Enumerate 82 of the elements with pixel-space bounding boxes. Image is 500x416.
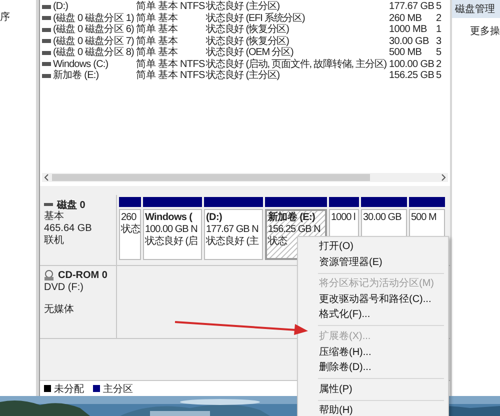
table-cell: 100.00 GB (389, 58, 434, 70)
table-cell-text: (磁盘 0 磁盘分区 1) (53, 12, 134, 24)
table-cell: 状态良好 (主分区) (206, 1, 280, 12)
table-cell-text: 状态良好 (启动, 页面文件, 故障转储, 主分区) (206, 58, 387, 70)
table-cell: 260 MB (389, 12, 422, 24)
table-cell: NTFS (180, 58, 205, 70)
horizontal-scrollbar[interactable] (42, 173, 448, 182)
table-cell: 状态良好 (主分区) (206, 70, 280, 82)
scrollbar-thumb[interactable] (52, 174, 370, 181)
disk-info: 基本 (44, 211, 65, 223)
table-cell: 5 (436, 1, 442, 12)
table-cell-text: 状态良好 (恢复分区) (206, 24, 289, 35)
table-cell: 基本 (158, 1, 178, 12)
partition-info: 30.00 GB (363, 212, 402, 224)
menu-item[interactable]: 属性(P) (298, 382, 448, 398)
menu-item[interactable]: 帮助(H) (298, 403, 448, 416)
menu-item[interactable]: 删除卷(D)... (298, 360, 448, 376)
table-cell-text: 基本 (158, 58, 178, 70)
table-cell: 新加卷 (E:) (53, 70, 99, 82)
table-cell-text: 基本 (158, 12, 178, 24)
partition-info: 177.67 GB N (206, 224, 260, 236)
table-cell: 156.25 GB (389, 70, 434, 82)
table-cell: NTFS (180, 1, 205, 12)
table-cell: 500 MB (389, 47, 422, 58)
partition-info: 260 (121, 212, 138, 224)
table-cell-text: (D:) (53, 1, 68, 12)
nav-item[interactable]: 序 (0, 10, 10, 24)
menu-item[interactable]: 格式化(F)... (298, 307, 448, 323)
table-cell-text: (磁盘 0 磁盘分区 6) (53, 24, 134, 35)
cd-drive-icon (44, 270, 54, 281)
table-cell: 1000 MB (389, 24, 427, 36)
partition-info: 状态 (268, 236, 288, 248)
table-cell-text: (磁盘 0 磁盘分区 7) (53, 36, 134, 46)
legend-label: 未分配 (54, 382, 84, 396)
table-cell-text: Windows (C:) (53, 58, 108, 70)
partition-info: 状态良好 (主 (206, 236, 260, 248)
disk-name: CD-ROM 0 (58, 270, 108, 281)
table-cell: 1 (436, 24, 442, 36)
disk-info: 465.64 GB (44, 223, 93, 234)
partition-info: 1000 l (331, 212, 356, 224)
table-cell-text: 简单 (136, 12, 156, 24)
action-link[interactable]: 更多操 (452, 18, 500, 38)
partition-info: 500 M (411, 212, 438, 224)
disk-info: 无媒体 (44, 304, 75, 316)
disk-info: DVD (F:) (44, 282, 84, 294)
table-cell: 简单 (136, 1, 156, 12)
table-cell: 简单 (136, 24, 156, 36)
table-cell-text: 状态良好 (EFI 系统分区) (206, 12, 305, 24)
table-cell-text: 状态良好 (恢复分区) (206, 36, 289, 46)
table-cell: 5 (436, 47, 442, 58)
table-cell: 177.67 GB (389, 1, 434, 12)
partition-title: Windows ( (145, 212, 194, 224)
table-cell-text: 简单 (136, 36, 156, 46)
table-cell: 简单 (136, 47, 156, 58)
table-cell: 2 (436, 58, 442, 70)
legend-label: 主分区 (103, 382, 133, 396)
partition-info: 状态 (121, 224, 139, 236)
menu-item[interactable]: 更改驱动器号和路径(C)... (298, 292, 448, 308)
table-cell-text: 基本 (158, 36, 178, 46)
table-cell: 2 (436, 12, 442, 24)
table-cell: 基本 (158, 47, 178, 58)
table-cell-text: 简单 (136, 58, 156, 70)
table-cell: 状态良好 (OEM 分区) (206, 47, 294, 58)
partition-title: (D:) (206, 212, 224, 224)
table-cell: NTFS (180, 70, 205, 82)
actions-header: 磁盘管理 (452, 0, 500, 18)
table-cell: 3 (436, 36, 442, 47)
partition-info: 156.25 GB N (268, 224, 322, 236)
partition-title: 新加卷 (E:) (268, 212, 316, 224)
disk-info: 联机 (44, 235, 65, 247)
scroll-right-icon[interactable] (441, 174, 446, 181)
scroll-left-icon[interactable] (44, 174, 49, 181)
partition-info: 100.00 GB N (145, 224, 198, 236)
table-cell: 简单 (136, 70, 156, 82)
table-cell: 基本 (158, 24, 178, 36)
table-cell: 30.00 GB (389, 36, 429, 47)
menu-item[interactable]: 压缩卷(H)... (298, 344, 448, 360)
table-cell: 基本 (158, 70, 178, 82)
table-cell: 5 (436, 70, 442, 82)
disk-name: 磁盘 0 (57, 198, 86, 210)
table-cell: (磁盘 0 磁盘分区 8) (53, 47, 134, 58)
partition-info: 状态良好 (启 (145, 236, 199, 248)
